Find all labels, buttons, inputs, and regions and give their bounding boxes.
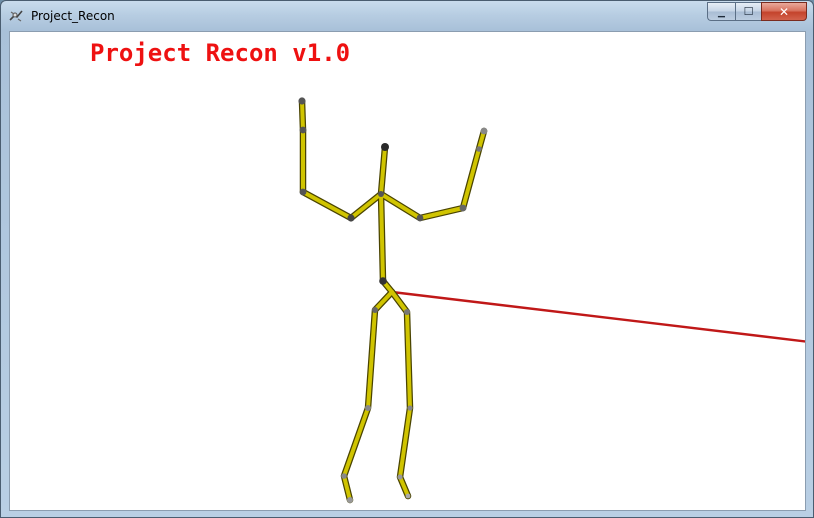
joint-left-hand [298,97,306,105]
overlay-title: Project Recon v1.0 [90,39,351,67]
joint-left-knee [365,405,371,411]
spine [379,145,394,294]
maximize-icon: ☐ [743,5,754,18]
joint-left-hip [372,307,378,313]
joint-right-elbow [459,204,467,212]
left-leg [342,290,394,502]
close-button[interactable]: ✕ [761,2,807,21]
minimize-icon: ▁ [718,7,725,18]
app-window: Project_Recon ▁ ☐ ✕ Project Recon v1.0 [0,0,814,518]
joint-right-shoulder [416,214,424,222]
joint-right-wrist [476,146,482,152]
right-arm [379,129,486,220]
joint-right-hip [404,309,410,315]
joint-neck [378,191,384,197]
skeleton-scene [298,97,805,504]
app-icon [9,10,23,22]
joint-left-wrist [299,126,307,134]
maximize-button[interactable]: ☐ [735,2,761,21]
joint-right-foot [405,493,411,499]
render-viewport[interactable]: Project Recon v1.0 [9,31,806,511]
joint-right-hand [480,127,488,135]
joint-left-foot [347,497,353,503]
joint-hip-center [379,277,387,285]
joint-left-shoulder [347,214,355,222]
joint-right-knee [407,405,413,411]
close-icon: ✕ [778,4,790,19]
joint-left-elbow [299,188,307,196]
joint-head [381,143,389,151]
minimize-button[interactable]: ▁ [707,2,735,21]
joint-left-ankle [341,473,347,479]
window-controls: ▁ ☐ ✕ [707,2,807,22]
title-bar[interactable]: Project_Recon ▁ ☐ ✕ [1,1,813,30]
joint-right-ankle [397,474,403,480]
tracking-ray [391,290,805,343]
window-title: Project_Recon [31,9,115,23]
